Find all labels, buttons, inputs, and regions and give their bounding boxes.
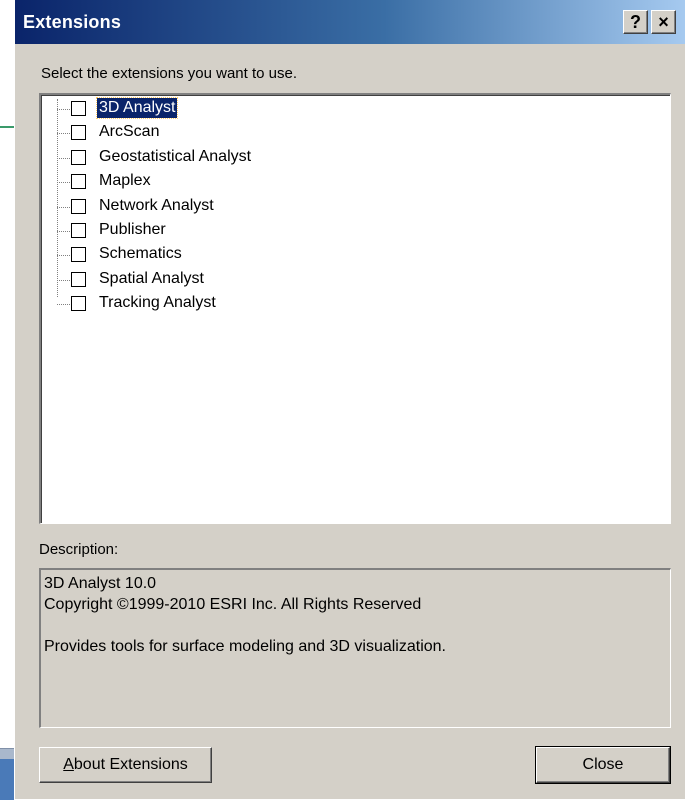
description-copyright: Copyright ©1999-2010 ESRI Inc. All Right… [44, 596, 422, 613]
extension-item[interactable]: Maplex [41, 171, 441, 195]
extension-label[interactable]: Tracking Analyst [97, 293, 218, 313]
about-label: bout Extensions [73, 756, 188, 773]
tree-branch [57, 206, 70, 208]
extension-checkbox[interactable] [71, 174, 86, 190]
instructions-label: Select the extensions you want to use. [41, 65, 297, 82]
extension-checkbox[interactable] [71, 125, 86, 141]
dialog-title: Extensions [23, 12, 122, 32]
background-window [0, 0, 14, 799]
tree-branch [57, 304, 70, 306]
tree-branch [57, 157, 70, 159]
extension-label[interactable]: Schematics [97, 244, 184, 264]
extension-item[interactable]: Spatial Analyst [41, 269, 441, 293]
extension-checkbox[interactable] [71, 247, 86, 263]
tree-branch [57, 109, 70, 110]
extensions-dialog: Extensions ? × Select the extensions you… [14, 0, 685, 799]
description-title: 3D Analyst 10.0 [44, 575, 157, 592]
extension-item[interactable]: Tracking Analyst [41, 293, 441, 317]
extension-item[interactable]: Network Analyst [41, 196, 441, 220]
extension-label[interactable]: Publisher [97, 220, 168, 240]
extensions-list[interactable]: 3D Analyst ArcScan Geostatistical Analyst M… [39, 93, 671, 524]
extension-item[interactable]: 3D Analyst [41, 97, 441, 122]
extension-checkbox[interactable] [71, 149, 86, 165]
extension-checkbox[interactable] [71, 223, 86, 238]
description-box: 3D Analyst 10.0 Copyright ©1999-2010 ESR… [39, 568, 671, 728]
extension-label[interactable]: ArcScan [97, 122, 161, 142]
extension-label[interactable]: Geostatistical Analyst [97, 147, 253, 167]
help-button[interactable]: ? [623, 10, 648, 34]
title-bar[interactable]: Extensions ? × [15, 0, 685, 44]
tree-branch [57, 279, 70, 281]
tree-branch [57, 255, 70, 257]
extension-item[interactable]: Geostatistical Analyst [41, 147, 441, 171]
extension-item[interactable]: Publisher [41, 220, 441, 244]
extension-label[interactable]: Network Analyst [97, 196, 216, 216]
extension-label[interactable]: Spatial Analyst [97, 269, 206, 289]
help-icon: ? [630, 12, 641, 32]
extension-checkbox[interactable] [71, 296, 86, 312]
description-text: Provides tools for surface modeling and … [44, 638, 446, 655]
extension-item[interactable]: Schematics [41, 244, 441, 268]
description-label: Description: [39, 541, 119, 558]
close-button[interactable]: Close [535, 746, 671, 784]
extension-checkbox[interactable] [71, 101, 86, 116]
background-taskbar-button [0, 759, 14, 800]
extension-checkbox[interactable] [71, 198, 86, 214]
background-line [0, 126, 14, 128]
tree-branch [57, 182, 70, 184]
title-close-button[interactable]: × [651, 10, 676, 34]
close-icon: × [658, 12, 669, 32]
extension-item[interactable]: ArcScan [41, 122, 441, 146]
about-accelerator: A [63, 756, 74, 773]
background-taskbar [0, 748, 14, 800]
tree-branch [57, 133, 70, 135]
extension-label[interactable]: 3D Analyst [95, 97, 179, 119]
extension-checkbox[interactable] [71, 271, 86, 287]
extension-label[interactable]: Maplex [97, 171, 153, 191]
about-extensions-button[interactable]: About Extensions [39, 747, 212, 783]
tree-branch [57, 231, 70, 232]
